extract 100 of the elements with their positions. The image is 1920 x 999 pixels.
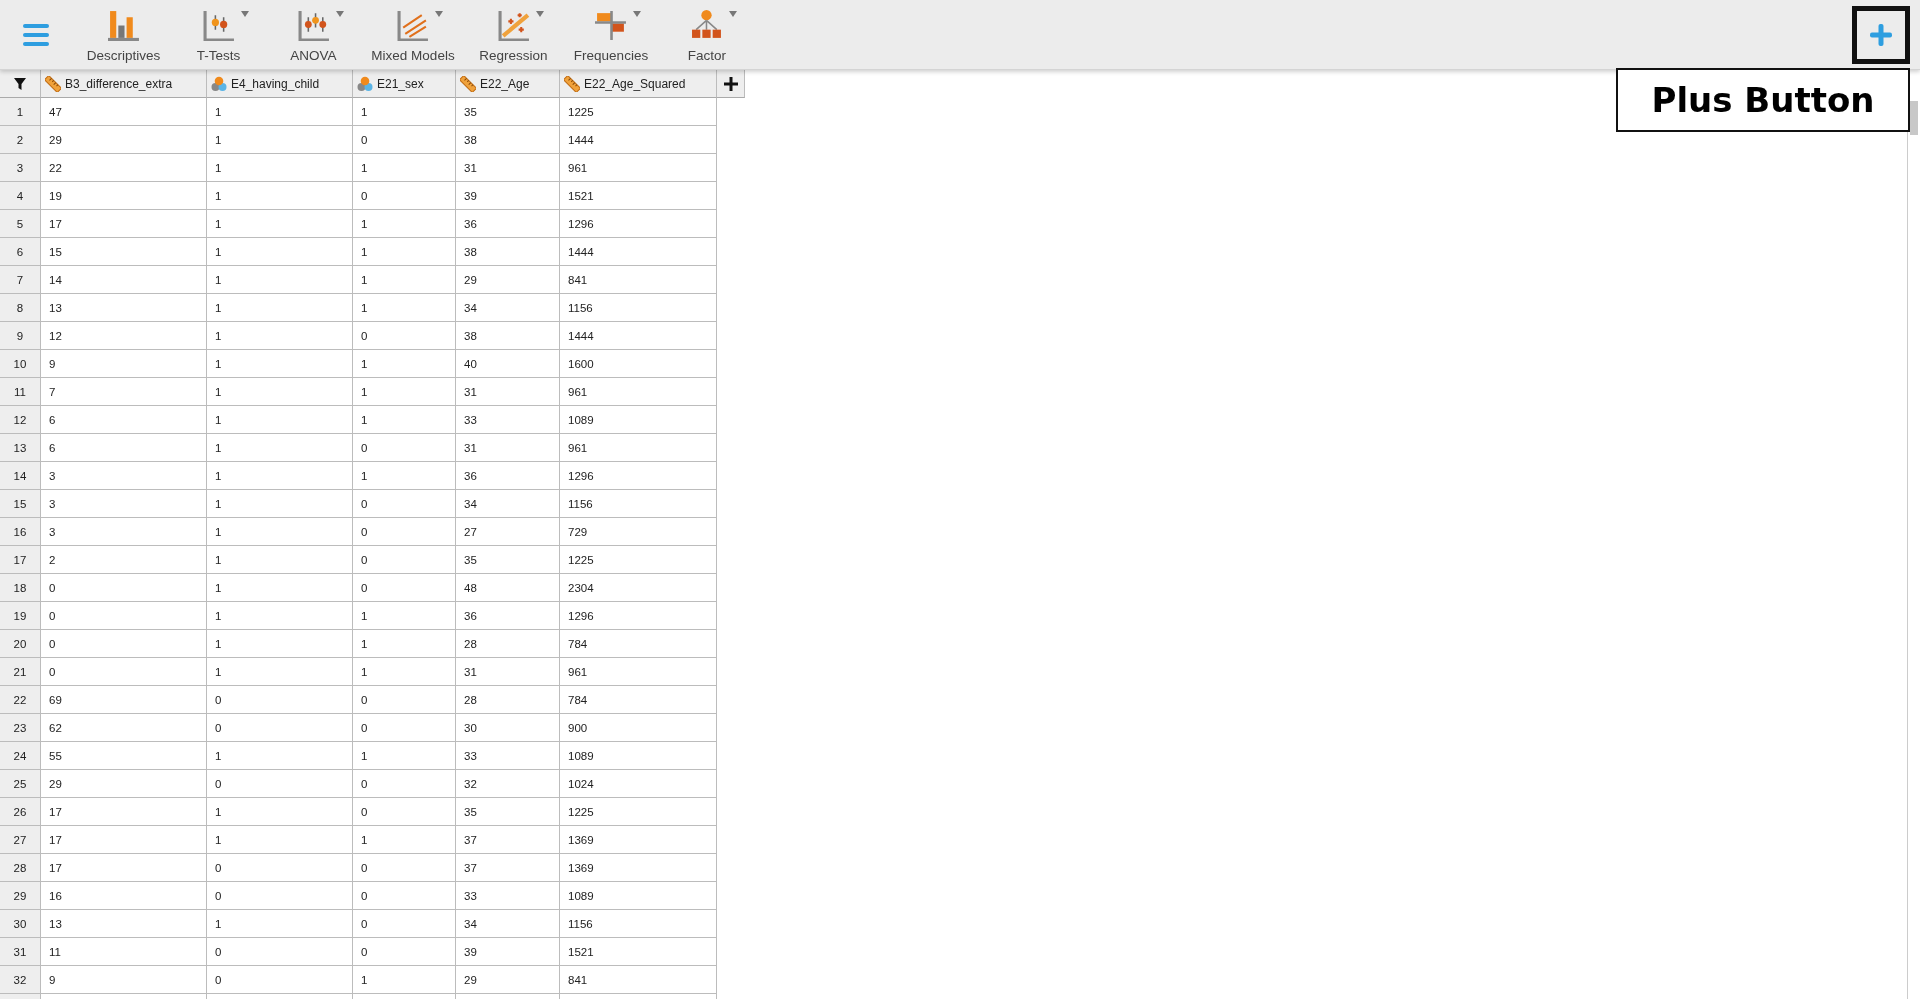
row-number: 2 xyxy=(0,126,41,154)
table-cell: 32 xyxy=(456,770,560,798)
add-module-button[interactable] xyxy=(1852,5,1910,64)
table-cell: 0 xyxy=(207,882,353,910)
table-cell: 37 xyxy=(456,826,560,854)
table-cell: 784 xyxy=(560,630,717,658)
table-cell: 29 xyxy=(41,126,207,154)
table-cell: 1 xyxy=(207,546,353,574)
row-number: 29 xyxy=(0,882,41,910)
toolbar-button[interactable]: Frequencies xyxy=(562,0,660,69)
table-cell: 12 xyxy=(41,322,207,350)
table-cell: 17 xyxy=(41,826,207,854)
table-cell: 1521 xyxy=(560,938,717,966)
table-cell: 17 xyxy=(41,854,207,882)
table-cell: 1089 xyxy=(560,742,717,770)
table-cell: 1 xyxy=(207,154,353,182)
table-cell: 11 xyxy=(41,938,207,966)
toolbar-button[interactable]: Mixed Models xyxy=(361,0,465,69)
row-number: 3 xyxy=(0,154,41,182)
table-cell: 34 xyxy=(456,910,560,938)
circles-icon xyxy=(357,75,373,92)
table-cell: 17 xyxy=(41,798,207,826)
row-number: 15 xyxy=(0,490,41,518)
toolbar-button[interactable]: Descriptives xyxy=(76,0,171,69)
row-number: 31 xyxy=(0,938,41,966)
toolbar-button[interactable]: T-Tests xyxy=(171,0,266,69)
table-cell: 3 xyxy=(41,490,207,518)
menu-icon xyxy=(23,22,49,47)
table-cell: 36 xyxy=(456,462,560,490)
toolbar-button[interactable]: ANOVA xyxy=(266,0,361,69)
row-number: 7 xyxy=(0,266,41,294)
table-cell: 38 xyxy=(456,322,560,350)
plus-icon xyxy=(1870,23,1892,46)
bar-chart-icon xyxy=(107,9,140,41)
table-cell: 1089 xyxy=(560,406,717,434)
table-cell: 38 xyxy=(456,126,560,154)
table-cell: 1 xyxy=(353,658,456,686)
scrollbar[interactable] xyxy=(1907,98,1920,999)
tree-diagram-icon xyxy=(691,9,723,41)
table-cell: 1156 xyxy=(560,294,717,322)
table-cell: 0 xyxy=(353,910,456,938)
toolbar-button[interactable]: Regression xyxy=(465,0,562,69)
table-cell: 1 xyxy=(207,826,353,854)
row-number: 27 xyxy=(0,826,41,854)
error-bar-chart-icon xyxy=(202,9,235,41)
table-cell: 1444 xyxy=(560,322,717,350)
table-cell: 0 xyxy=(353,938,456,966)
table-cell: 69 xyxy=(41,686,207,714)
table-cell: 1521 xyxy=(560,182,717,210)
table-cell: 17 xyxy=(41,210,207,238)
row-number: 4 xyxy=(0,182,41,210)
table-cell: 1 xyxy=(353,826,456,854)
table-cell: 0 xyxy=(353,882,456,910)
table-cell: 1 xyxy=(207,742,353,770)
filter-button[interactable] xyxy=(0,70,41,98)
row-number: 32 xyxy=(0,966,41,994)
table-cell: 0 xyxy=(353,434,456,462)
table-cell: 1 xyxy=(353,154,456,182)
row-number: 11 xyxy=(0,378,41,406)
table-cell: 1 xyxy=(353,238,456,266)
table-cell: 0 xyxy=(353,322,456,350)
table-cell: 13 xyxy=(41,294,207,322)
table-cell: 1 xyxy=(207,602,353,630)
table-cell: 28 xyxy=(456,686,560,714)
table-cell: 31 xyxy=(456,378,560,406)
table-cell: 6 xyxy=(41,434,207,462)
row-number: 26 xyxy=(0,798,41,826)
table-cell: 1 xyxy=(353,378,456,406)
table-cell: 19 xyxy=(41,182,207,210)
table-cell: 14 xyxy=(41,266,207,294)
table-cell: 28 xyxy=(456,630,560,658)
table-cell: 0 xyxy=(353,518,456,546)
table-cell: 38 xyxy=(456,238,560,266)
table-cell: 39 xyxy=(456,182,560,210)
row-number: 14 xyxy=(0,462,41,490)
table-cell: 1 xyxy=(353,98,456,126)
table-cell: 37 xyxy=(456,854,560,882)
table-cell: 1 xyxy=(353,966,456,994)
table-cell: 0 xyxy=(207,938,353,966)
row-number: 22 xyxy=(0,686,41,714)
row-number: 5 xyxy=(0,210,41,238)
ruler-icon xyxy=(45,75,61,92)
table-cell: 3 xyxy=(41,518,207,546)
table-cell: 1 xyxy=(207,182,353,210)
table-cell: 6 xyxy=(41,406,207,434)
annotation-label: Plus Button xyxy=(1616,68,1910,132)
table-cell: 31 xyxy=(456,154,560,182)
table-cell: 22 xyxy=(41,154,207,182)
table-cell: 1024 xyxy=(560,770,717,798)
add-column-button[interactable] xyxy=(717,70,745,98)
table-cell: 9 xyxy=(41,966,207,994)
table-cell: 1 xyxy=(207,630,353,658)
table-cell: 2 xyxy=(41,546,207,574)
filter-icon xyxy=(14,77,26,90)
toolbar-button[interactable]: Factor xyxy=(660,0,754,69)
table-cell: 1 xyxy=(207,126,353,154)
row-number: 6 xyxy=(0,238,41,266)
table-cell: 1444 xyxy=(560,126,717,154)
circles-icon xyxy=(211,75,227,92)
table-cell: 7 xyxy=(41,378,207,406)
